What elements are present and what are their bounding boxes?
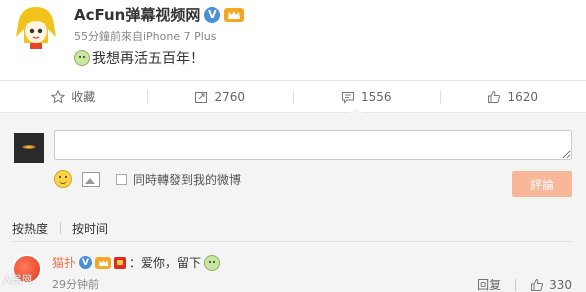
comment-caret bbox=[350, 107, 362, 113]
comment-actions: 回复 330 bbox=[477, 276, 572, 292]
comment-body: ：爱你，留下 bbox=[129, 256, 202, 270]
emoji-picker-icon[interactable] bbox=[54, 170, 72, 188]
repost-button[interactable]: 2760 bbox=[146, 81, 294, 112]
commenter-name[interactable]: 猫扑 bbox=[52, 254, 76, 271]
author-avatar[interactable] bbox=[12, 3, 60, 51]
post-content: 我想再活五百年！ bbox=[74, 48, 204, 68]
like-count: 1620 bbox=[507, 89, 539, 104]
red-envelope-icon bbox=[114, 256, 127, 269]
comment-time: 29分钟前 bbox=[52, 278, 99, 291]
post-text: 我想再活五百年！ bbox=[92, 51, 204, 67]
comment-input[interactable] bbox=[54, 130, 572, 160]
vip-icon bbox=[95, 256, 112, 269]
divider bbox=[515, 278, 517, 291]
emoji-icon bbox=[74, 50, 90, 66]
thumbs-up-icon bbox=[488, 90, 501, 103]
sort-by-time[interactable]: 按时间 bbox=[60, 220, 120, 237]
thumbs-up-icon bbox=[531, 278, 544, 291]
vip-icon bbox=[224, 7, 245, 22]
comment-section: 同時轉發到我的微博 評論 按热度 按时间 猫扑 V ：爱你，留下 29分钟前 回… bbox=[0, 107, 586, 292]
repost-checkbox[interactable] bbox=[116, 173, 127, 185]
like-button[interactable]: 1620 bbox=[439, 81, 586, 112]
comment-item: 猫扑 V ：爱你，留下 29分钟前 回复 330 bbox=[0, 250, 586, 292]
comment-sort-bar: 按热度 按时间 bbox=[12, 216, 572, 242]
verified-icon: V bbox=[79, 256, 93, 269]
emoji-icon bbox=[204, 254, 221, 271]
post-action-bar: 收藏 2760 1556 1620 bbox=[0, 80, 586, 113]
favorite-label: 收藏 bbox=[71, 90, 96, 104]
watermark: 人民网 bbox=[2, 275, 32, 286]
comment-like-count: 330 bbox=[549, 277, 572, 292]
favorite-button[interactable]: 收藏 bbox=[0, 81, 147, 112]
comment-toolbar: 同時轉發到我的微博 bbox=[54, 170, 241, 188]
comment-count: 1556 bbox=[360, 89, 392, 104]
author-name-row: AcFun弹幕视频网 V bbox=[74, 4, 245, 25]
image-upload-icon[interactable] bbox=[82, 171, 100, 187]
my-avatar[interactable] bbox=[14, 133, 44, 163]
repost-option[interactable]: 同時轉發到我的微博 bbox=[116, 171, 241, 188]
verified-icon: V bbox=[204, 6, 221, 23]
comment-icon bbox=[341, 91, 354, 104]
weibo-post: AcFun弹幕视频网 V 55分鐘前來自iPhone 7 Plus 我想再活五百… bbox=[0, 0, 586, 78]
comment-button[interactable]: 1556 bbox=[293, 81, 440, 112]
author-name[interactable]: AcFun弹幕视频网 bbox=[74, 4, 200, 25]
repost-count: 2760 bbox=[214, 89, 246, 104]
star-icon bbox=[51, 89, 66, 104]
post-meta: 55分鐘前來自iPhone 7 Plus bbox=[74, 30, 217, 43]
repost-checkbox-label: 同時轉發到我的微博 bbox=[133, 172, 242, 187]
sort-by-hot[interactable]: 按热度 bbox=[12, 220, 60, 237]
comment-like-button[interactable]: 330 bbox=[530, 278, 572, 292]
comment-text-row: 猫扑 V ：爱你，留下 bbox=[52, 254, 221, 271]
reply-button[interactable]: 回复 bbox=[477, 276, 501, 292]
submit-comment-button[interactable]: 評論 bbox=[512, 171, 572, 197]
repost-icon bbox=[195, 91, 208, 103]
